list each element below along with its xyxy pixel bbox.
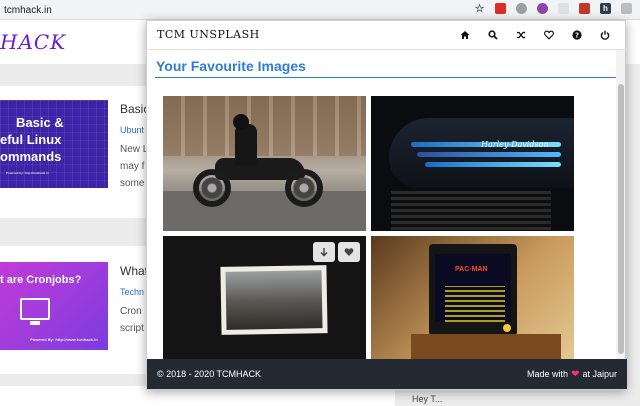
copyright-icon: © bbox=[157, 369, 164, 379]
copyright-text: 2018 - 2020 TCMHACK bbox=[166, 369, 262, 379]
post-thumbnail[interactable]: Basic & eful Linux ommands Powered by: h… bbox=[0, 100, 108, 188]
post-excerpt-line: some bbox=[120, 178, 145, 189]
post-category[interactable]: Techn bbox=[120, 287, 148, 297]
monitor-icon bbox=[20, 298, 50, 325]
power-icon[interactable] bbox=[591, 27, 619, 43]
image-tile-arcade[interactable]: PAC-MAN bbox=[371, 236, 574, 360]
sidebar-text: Hey T... bbox=[412, 394, 443, 404]
site-logo[interactable]: HACK bbox=[0, 30, 66, 54]
post-title[interactable]: What bbox=[120, 264, 148, 278]
popup-footer: © 2018 - 2020 TCMHACK Made with ❤ at Jaipu… bbox=[147, 359, 627, 389]
post-category[interactable]: Ubunt bbox=[120, 125, 149, 135]
ext-red-icon[interactable] bbox=[495, 3, 506, 14]
post-excerpt-line: Cron bbox=[120, 306, 142, 317]
image-tile-fuel-tank[interactable]: Harley-Davidson bbox=[371, 96, 574, 231]
made-with-text: Made with bbox=[527, 368, 569, 379]
post-title[interactable]: Basic bbox=[120, 102, 149, 116]
ext-h-icon[interactable]: h bbox=[600, 3, 611, 14]
thumb-credit: Powered By: http://www.tcmhack.in bbox=[30, 337, 98, 342]
unfavourite-button[interactable] bbox=[338, 242, 360, 262]
arcade-title: PAC-MAN bbox=[455, 266, 488, 273]
url-text: tcmhack.in bbox=[4, 4, 52, 16]
tank-logo: Harley-Davidson bbox=[481, 140, 549, 149]
thumb-line: Basic & bbox=[16, 115, 64, 130]
ext-purple-icon[interactable] bbox=[537, 3, 548, 14]
copyright: © 2018 - 2020 TCMHACK bbox=[157, 369, 261, 379]
made-with: Made with ❤ at Jaipur bbox=[527, 369, 617, 380]
shuffle-icon[interactable] bbox=[507, 27, 535, 43]
post-thumbnail[interactable]: t are Cronjobs? Powered By: http://www.t… bbox=[0, 262, 108, 350]
photo-wheel bbox=[193, 169, 231, 207]
svg-text:?: ? bbox=[575, 32, 579, 40]
popup-navbar: TCM UNSPLASH ? bbox=[147, 21, 627, 50]
arrow-down-icon bbox=[320, 248, 328, 257]
post-excerpt-line: may f bbox=[120, 161, 145, 172]
thumb-line: t are Cronjobs? bbox=[0, 274, 82, 286]
extension-icons: ☆ h bbox=[474, 3, 632, 15]
arcade-cabinet: PAC-MAN bbox=[429, 244, 517, 336]
photo-background bbox=[163, 96, 366, 156]
help-icon[interactable]: ? bbox=[563, 27, 591, 43]
tank-stripe bbox=[417, 152, 561, 157]
home-icon[interactable] bbox=[451, 27, 479, 43]
scrollbar[interactable] bbox=[616, 50, 625, 360]
thumb-line: ommands bbox=[0, 149, 62, 164]
tile-actions bbox=[313, 242, 360, 262]
heading-divider bbox=[155, 77, 619, 78]
heart-icon bbox=[344, 248, 354, 256]
ext-shield-icon[interactable] bbox=[558, 3, 569, 14]
scroll-thumb[interactable] bbox=[618, 84, 624, 354]
location-text: at Jaipur bbox=[582, 368, 617, 379]
thumb-line: eful Linux bbox=[0, 132, 62, 147]
photo-joystick bbox=[503, 324, 511, 332]
photo-rider bbox=[235, 124, 257, 166]
heart-icon: ❤ bbox=[571, 368, 580, 380]
post-excerpt-line: New L bbox=[120, 144, 149, 155]
ext-red-square-icon[interactable] bbox=[579, 3, 590, 14]
nav-icons: ? bbox=[451, 27, 619, 43]
arcade-screen bbox=[435, 254, 511, 322]
tank-stripe bbox=[425, 162, 561, 167]
star-icon[interactable]: ☆ bbox=[474, 3, 485, 15]
photo-table bbox=[411, 334, 561, 360]
image-tile-motorcycle[interactable] bbox=[163, 96, 366, 231]
photo-road bbox=[163, 191, 366, 231]
ext-grey-icon[interactable] bbox=[516, 3, 527, 14]
photo-wheel bbox=[285, 169, 323, 207]
photo-engine bbox=[391, 190, 551, 230]
ext-grey-square-icon[interactable] bbox=[621, 3, 632, 14]
popup-brand[interactable]: TCM UNSPLASH bbox=[157, 28, 260, 41]
screen-rows bbox=[445, 286, 505, 322]
image-tile-framed-photo[interactable] bbox=[163, 236, 366, 360]
page-title: Your Favourite Images bbox=[156, 58, 306, 74]
thumb-credit: Powered by: http://tcmhack.in bbox=[6, 171, 49, 175]
extension-popup: TCM UNSPLASH ? Your Favourite Images Har… bbox=[146, 20, 627, 390]
post-excerpt-line: script bbox=[120, 323, 144, 334]
favourites-grid: Harley-Davidson PAC-MAN bbox=[163, 96, 577, 360]
framed-photo bbox=[220, 265, 328, 335]
download-button[interactable] bbox=[313, 242, 335, 262]
browser-toolbar: tcmhack.in ☆ h bbox=[0, 0, 640, 20]
photo-helmet bbox=[233, 114, 249, 130]
photo-street bbox=[225, 270, 323, 330]
heart-icon[interactable] bbox=[535, 27, 563, 43]
search-icon[interactable] bbox=[479, 27, 507, 43]
